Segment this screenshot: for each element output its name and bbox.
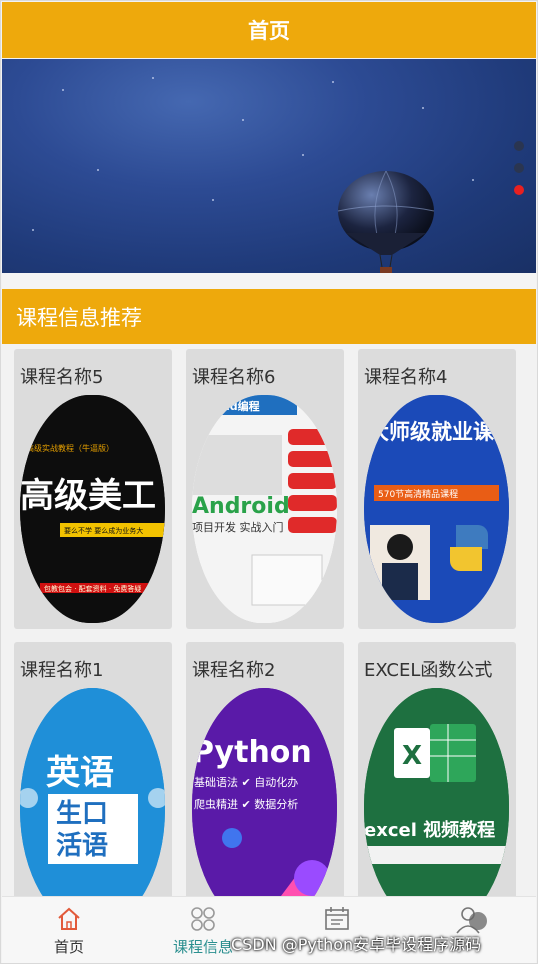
tab-home[interactable]: 首页 xyxy=(2,897,136,963)
course-card[interactable]: 课程名称1 英语 生口 活语 xyxy=(14,642,172,928)
course-name: 课程名称5 xyxy=(20,367,104,388)
course-thumbnail-art: 英语 生口 活语 xyxy=(20,688,165,928)
app-frame: 首页 课程信息推荐 课程名称5 高级实战教程（牛逼版） 高级美工 要么不学 要么… xyxy=(0,0,538,964)
carousel-dot-1[interactable] xyxy=(514,141,524,151)
star xyxy=(212,199,214,201)
course-name: 课程名称6 xyxy=(192,367,276,388)
carousel-dot-2[interactable] xyxy=(514,163,524,173)
banner-carousel[interactable] xyxy=(2,59,536,273)
svg-text:X: X xyxy=(402,741,422,771)
svg-text:生口: 生口 xyxy=(56,799,108,829)
star xyxy=(152,77,154,79)
section-title: 课程信息推荐 xyxy=(2,289,536,344)
course-thumbnail-art: Python 基础语法 ✔ 自动化办 爬虫精进 ✔ 数据分析 xyxy=(192,688,337,928)
course-card[interactable]: 课程名称4 大师级就业课 570节高清精品课程 xyxy=(358,349,516,629)
svg-text:基础语法 ✔ 自动化办: 基础语法 ✔ 自动化办 xyxy=(194,775,298,789)
svg-text:项目开发 实战入门: 项目开发 实战入门 xyxy=(192,520,284,534)
course-card[interactable]: EXCEL函数公式 X excel 视频教程 xyxy=(358,642,516,928)
course-thumbnail: id编程 Android 项目开发 实战入门 xyxy=(192,395,337,623)
svg-text:英语: 英语 xyxy=(46,753,114,793)
star xyxy=(302,154,304,156)
star xyxy=(332,81,334,83)
svg-text:爬虫精进 ✔ 数据分析: 爬虫精进 ✔ 数据分析 xyxy=(194,797,298,811)
svg-text:大师级就业课: 大师级就业课 xyxy=(368,420,495,444)
spacer xyxy=(2,273,536,289)
svg-text:excel 视频教程: excel 视频教程 xyxy=(364,819,495,841)
course-thumbnail-art: 高级实战教程（牛逼版） 高级美工 要么不学 要么成为业务大 包教包会 · 配套资… xyxy=(20,395,165,623)
course-grid: 课程名称5 高级实战教程（牛逼版） 高级美工 要么不学 要么成为业务大 包教包会… xyxy=(1,344,537,928)
svg-text:包教包会 · 配套资料 · 免费答疑: 包教包会 · 配套资料 · 免费答疑 xyxy=(44,584,141,593)
course-thumbnail: Python 基础语法 ✔ 自动化办 爬虫精进 ✔ 数据分析 xyxy=(192,688,337,928)
course-name: 课程名称2 xyxy=(192,660,276,681)
svg-text:活语: 活语 xyxy=(56,831,108,861)
calendar-icon xyxy=(325,907,349,930)
course-thumbnail: 高级实战教程（牛逼版） 高级美工 要么不学 要么成为业务大 包教包会 · 配套资… xyxy=(20,395,165,623)
hot-air-balloon-image xyxy=(337,171,435,273)
svg-text:要么不学 要么成为业务大: 要么不学 要么成为业务大 xyxy=(64,526,143,535)
watermark-text: CSDN @Python安卓毕设程序源码 xyxy=(231,935,482,954)
svg-text:高级实战教程（牛逼版）: 高级实战教程（牛逼版） xyxy=(26,443,114,453)
carousel-dot-3[interactable] xyxy=(514,185,524,195)
star xyxy=(242,119,244,121)
tab-label: 首页 xyxy=(53,938,84,956)
course-thumbnail-art: X excel 视频教程 xyxy=(364,688,509,928)
svg-text:Android: Android xyxy=(192,494,290,519)
course-card[interactable]: 课程名称2 Python 基础语法 ✔ 自动化办 爬虫精进 ✔ 数据分析 xyxy=(186,642,344,928)
grid-icon xyxy=(191,907,215,931)
star xyxy=(32,229,34,231)
course-thumbnail-art: 大师级就业课 570节高清精品课程 xyxy=(364,395,509,623)
star xyxy=(472,179,474,181)
star xyxy=(62,89,64,91)
course-name: 课程名称4 xyxy=(364,367,448,388)
star xyxy=(97,169,99,171)
course-card[interactable]: 课程名称6 id编程 Android 项目开发 实战入门 xyxy=(186,349,344,629)
course-name: 课程名称1 xyxy=(20,660,104,681)
course-thumbnail: 大师级就业课 570节高清精品课程 xyxy=(364,395,509,623)
svg-text:Python: Python xyxy=(192,735,312,770)
course-thumbnail: X excel 视频教程 xyxy=(364,688,509,928)
course-name: EXCEL函数公式 xyxy=(364,660,493,681)
home-icon xyxy=(58,907,80,930)
svg-text:高级美工: 高级美工 xyxy=(20,476,156,516)
course-thumbnail-art: id编程 Android 项目开发 实战入门 xyxy=(192,395,337,623)
svg-text:id编程: id编程 xyxy=(226,399,260,413)
page-title: 首页 xyxy=(2,2,536,58)
course-card[interactable]: 课程名称5 高级实战教程（牛逼版） 高级美工 要么不学 要么成为业务大 包教包会… xyxy=(14,349,172,629)
star xyxy=(422,107,424,109)
svg-text:570节高清精品课程: 570节高清精品课程 xyxy=(378,488,458,500)
course-thumbnail: 英语 生口 活语 xyxy=(20,688,165,928)
